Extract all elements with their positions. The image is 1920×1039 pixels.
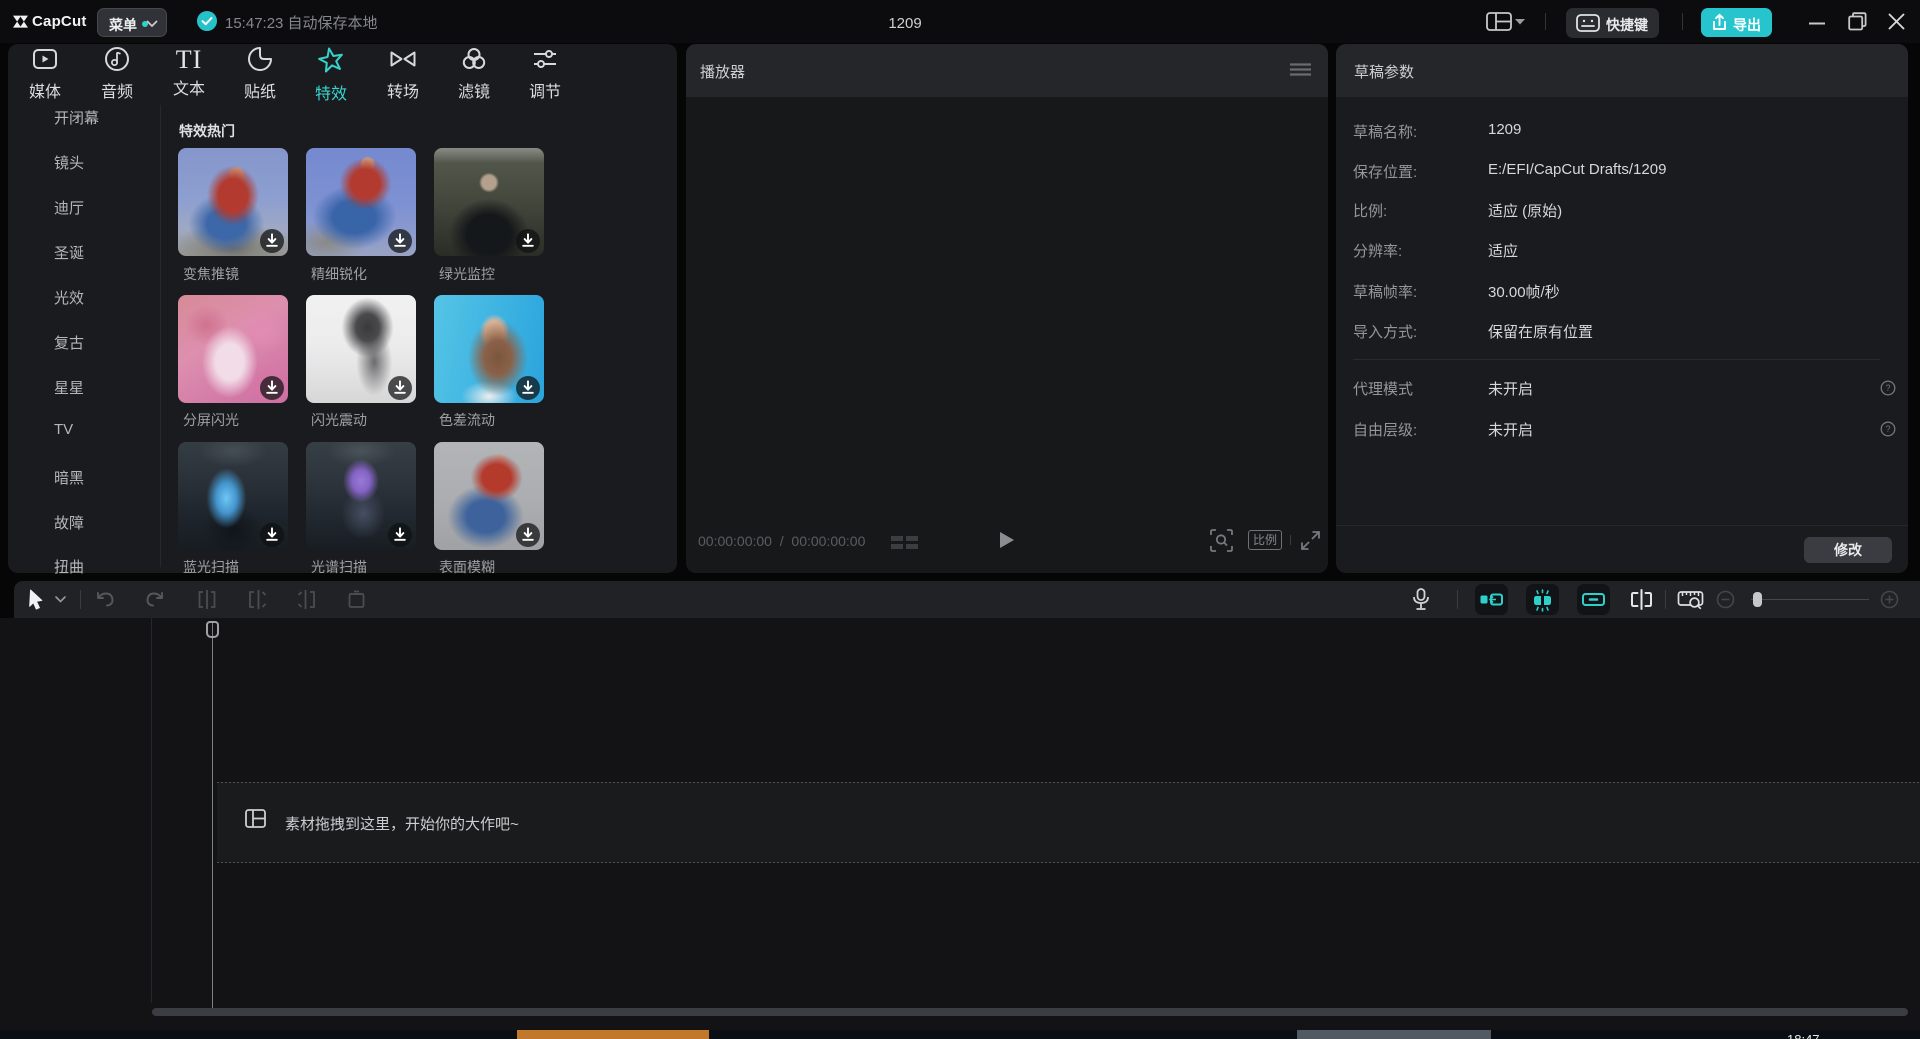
svg-text:?: ?	[1885, 424, 1890, 434]
svg-text:?: ?	[1885, 383, 1890, 393]
